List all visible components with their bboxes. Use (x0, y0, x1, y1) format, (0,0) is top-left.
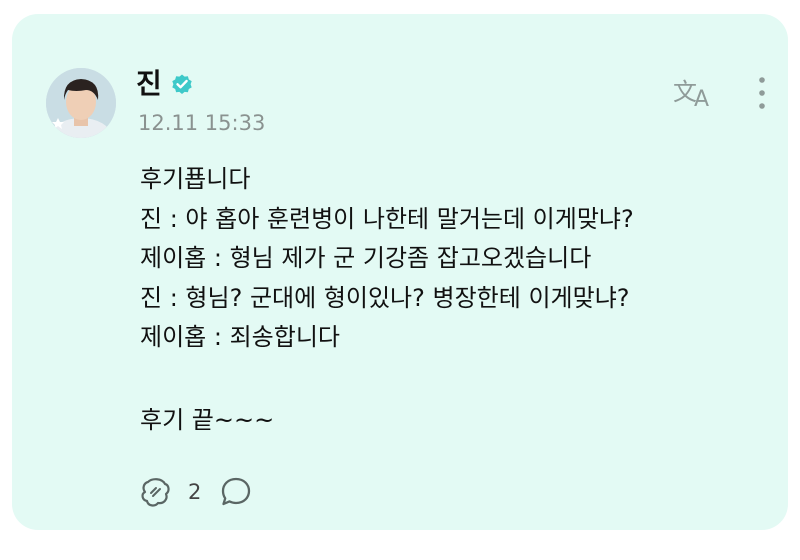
svg-text:A: A (694, 87, 709, 110)
avatar[interactable] (46, 68, 116, 138)
post-line: 진 : 야 홉아 훈련병이 나한테 말거는데 이게맞냐? (140, 204, 634, 233)
post-actions: 2 (138, 474, 253, 510)
more-vertical-icon[interactable] (754, 74, 770, 114)
author-row: 진 (136, 66, 194, 102)
post-line: 후기푭니다 (140, 165, 251, 193)
post-line: 제이홉 : 죄송합니다 (140, 323, 340, 351)
post-line: 제이홉 : 형님 제가 군 기강좀 잡고오겠습니다 (140, 244, 592, 272)
post-closing: 후기 끝~~~ (140, 405, 275, 434)
avatar-image (46, 68, 116, 138)
reaction-icon[interactable] (138, 474, 174, 510)
post-body: 후기푭니다 진 : 야 홉아 훈련병이 나한테 말거는데 이게맞냐? 제이홉 :… (140, 160, 634, 440)
post-card: 진 12.11 15:33 文 A 후기푭니다 진 : 야 홉아 훈련병이 나한… (12, 14, 788, 530)
post-timestamp: 12.11 15:33 (138, 111, 266, 135)
author-name[interactable]: 진 (136, 66, 162, 102)
translate-icon[interactable]: 文 A (672, 74, 716, 110)
reaction-count: 2 (188, 480, 202, 504)
comment-icon[interactable] (219, 475, 253, 509)
post-line: 진 : 형님? 군대에 형이있나? 병장한테 이게맞냐? (140, 283, 630, 312)
verified-badge-icon (172, 74, 192, 94)
